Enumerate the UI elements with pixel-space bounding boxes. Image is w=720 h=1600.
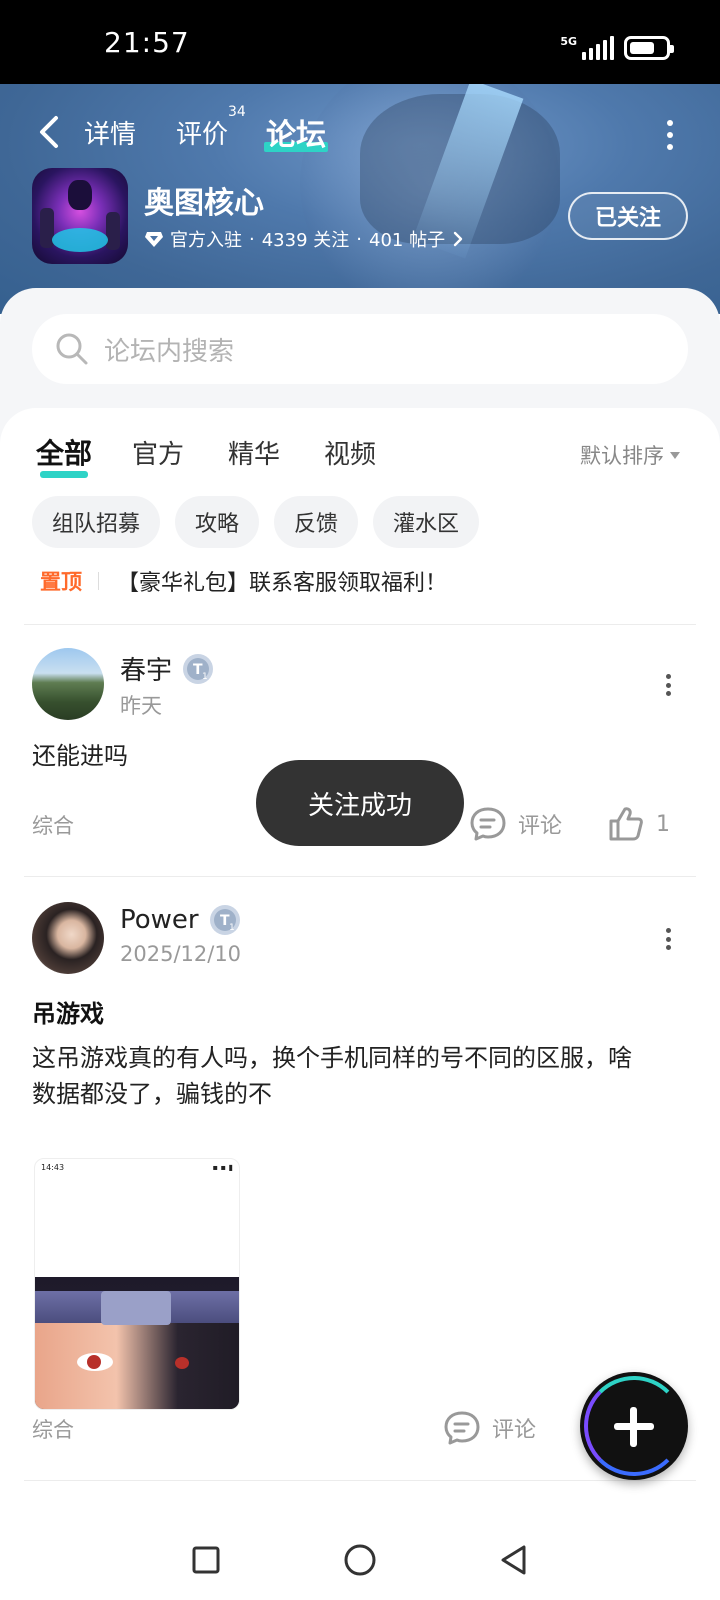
chevron-right-icon	[453, 231, 463, 247]
game-icon	[32, 168, 128, 264]
recent-apps-button[interactable]	[186, 1540, 226, 1580]
home-button[interactable]	[340, 1540, 380, 1580]
image-status-time: 14:43	[41, 1163, 65, 1172]
triangle-back-icon	[501, 1545, 526, 1575]
filter-tab-all[interactable]: 全部	[36, 432, 93, 478]
chip-team-recruit[interactable]: 组队招募	[32, 496, 161, 548]
avatar[interactable]	[32, 902, 104, 974]
search-icon	[56, 333, 88, 365]
more-options-icon[interactable]	[666, 120, 674, 150]
back-icon[interactable]	[34, 114, 64, 150]
filter-tab-official[interactable]: 官方	[132, 434, 184, 471]
thumbs-up-icon	[609, 807, 643, 841]
post-more-icon[interactable]	[666, 928, 672, 950]
chip-chat[interactable]: 灌水区	[373, 496, 480, 548]
post-more-icon[interactable]	[666, 674, 672, 696]
post-category[interactable]: 综合	[32, 1414, 74, 1444]
followers-count: 4339 关注	[261, 230, 350, 251]
network-type: 5G	[560, 35, 577, 48]
divider	[24, 1480, 696, 1481]
filter-tab-featured[interactable]: 精华	[228, 434, 280, 471]
comment-label: 评论	[492, 1418, 537, 1443]
posts-count: 401 帖子	[369, 230, 446, 251]
divider	[24, 624, 696, 625]
game-name: 奥图核心	[144, 186, 264, 221]
back-button[interactable]	[494, 1540, 534, 1580]
status-icons: 5G	[560, 34, 674, 62]
status-time: 21:57	[104, 26, 190, 59]
follow-button[interactable]: 已关注	[568, 192, 688, 240]
chip-guide[interactable]: 攻略	[175, 496, 260, 548]
filter-tab-video[interactable]: 视频	[324, 434, 376, 471]
post-body[interactable]: 这吊游戏真的有人吗，换个手机同样的号不同的区服，啥数据都没了，骗钱的不	[32, 1040, 652, 1112]
post-author[interactable]: Power T 1	[120, 904, 241, 936]
status-bar: 21:57 5G	[0, 0, 720, 84]
caret-down-icon	[670, 451, 680, 459]
diamond-icon	[145, 232, 163, 247]
sort-label: 默认排序	[580, 444, 664, 468]
post-image[interactable]: 14:43 ▪ ▪ ▮	[34, 1158, 240, 1410]
battery-icon	[624, 36, 674, 60]
like-button[interactable]: 1	[606, 804, 670, 844]
post-title[interactable]: 吊游戏	[32, 994, 104, 1029]
post-category[interactable]: 综合	[32, 810, 74, 840]
create-post-button[interactable]	[580, 1372, 688, 1480]
sort-dropdown[interactable]: 默认排序	[580, 440, 680, 470]
comment-button[interactable]: 评论	[442, 1408, 536, 1448]
level-badge-icon: T 1	[209, 905, 240, 935]
like-count: 1	[656, 811, 670, 837]
author-name: 春宇	[120, 656, 173, 686]
avatar[interactable]	[32, 648, 104, 720]
filter-tabs: 全部 官方 精华 视频 默认排序	[0, 430, 720, 480]
author-name: Power	[120, 905, 199, 935]
square-icon	[192, 1546, 220, 1574]
signal-icon: 5G	[560, 36, 614, 60]
category-chips: 组队招募 攻略 反馈 灌水区	[32, 496, 480, 548]
search-placeholder: 论坛内搜索	[104, 336, 235, 367]
image-status-icons: ▪ ▪ ▮	[212, 1163, 233, 1172]
level-badge-icon: T 1	[183, 653, 214, 684]
tab-details[interactable]: 详情	[84, 114, 136, 151]
chip-feedback[interactable]: 反馈	[274, 496, 359, 548]
tab-reviews[interactable]: 评价	[176, 114, 228, 151]
pinned-post[interactable]: 置顶 【豪华礼包】联系客服领取福利！	[40, 566, 447, 596]
top-nav: 详情 评价 34 论坛	[0, 104, 720, 160]
battery-fill	[630, 42, 654, 54]
svg-text:1: 1	[229, 923, 235, 933]
image-status-bar: 14:43 ▪ ▪ ▮	[35, 1159, 239, 1175]
pinned-title: 【豪华礼包】联系客服领取福利！	[117, 571, 448, 596]
svg-text:1: 1	[202, 672, 208, 682]
tab-forum[interactable]: 论坛	[264, 110, 328, 154]
anime-art	[35, 1277, 239, 1409]
game-meta[interactable]: 官方入驻 · 4339 关注 · 401 帖子	[144, 226, 465, 252]
comment-icon	[444, 1411, 480, 1445]
divider	[24, 876, 696, 877]
post-time: 2025/12/10	[120, 942, 242, 966]
system-nav-bar	[0, 1518, 720, 1600]
post-author[interactable]: 春宇 T 1	[120, 650, 214, 687]
filter-tab-all-label: 全部	[36, 437, 93, 470]
pinned-label: 置顶	[40, 570, 82, 594]
search-input[interactable]: 论坛内搜索	[32, 314, 688, 384]
comment-label: 评论	[518, 814, 563, 839]
comment-icon	[470, 807, 506, 841]
post-time: 昨天	[120, 694, 162, 718]
reviews-count-badge: 34	[228, 104, 246, 120]
toast-message: 关注成功	[256, 760, 464, 846]
circle-icon	[344, 1544, 376, 1576]
comment-button[interactable]: 评论	[468, 804, 562, 844]
official-label: 官方入驻	[170, 230, 242, 251]
